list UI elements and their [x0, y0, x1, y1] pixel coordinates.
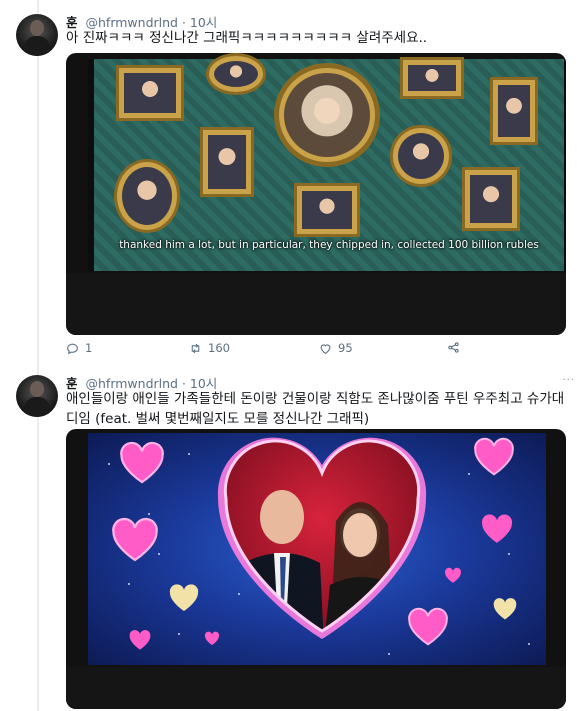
retweet-count: 160: [208, 341, 230, 355]
tweet-media[interactable]: [66, 429, 566, 709]
tv-stand: [66, 273, 566, 335]
tv-screen: [88, 433, 546, 665]
reply-count: 1: [85, 341, 93, 355]
retweet-button[interactable]: 160: [189, 341, 230, 355]
retweet-icon: [191, 343, 200, 353]
more-icon[interactable]: ···: [562, 375, 575, 386]
tv-stand: [66, 667, 566, 709]
like-button[interactable]: 95: [319, 341, 353, 355]
tweet-text: 아 진짜ㅋㅋㅋ 정신나간 그래픽ㅋㅋㅋㅋㅋㅋㅋㅋㅋ 살려주세요..: [66, 30, 428, 46]
heart-portrait: [217, 437, 427, 639]
video-subtitle: thanked him a lot, but in particular, th…: [119, 239, 539, 251]
reply-icon: [67, 343, 78, 354]
like-count: 95: [338, 341, 353, 355]
tweet-2[interactable]: 훈 @hfrmwndrlnd · 10시 ··· 애인들이랑 애인들 가족들한테…: [0, 365, 583, 711]
avatar[interactable]: [16, 14, 58, 56]
share-icon: [448, 342, 459, 353]
reply-button[interactable]: 1: [66, 341, 92, 355]
tweet-text: 애인들이랑 애인들 가족들한테 돈이랑 건물이랑 직함도 존나많이줌 푸틴 우주…: [66, 391, 565, 427]
tv-screen: thanked him a lot, but in particular, th…: [88, 53, 566, 271]
share-button[interactable]: [447, 341, 460, 354]
tweet-1[interactable]: 훈 @hfrmwndrlnd · 10시 아 진짜ㅋㅋㅋ 정신나간 그래픽ㅋㅋㅋ…: [0, 0, 583, 365]
tweet-media[interactable]: thanked him a lot, but in particular, th…: [66, 53, 566, 335]
avatar[interactable]: [16, 375, 58, 417]
like-icon: [320, 343, 331, 354]
